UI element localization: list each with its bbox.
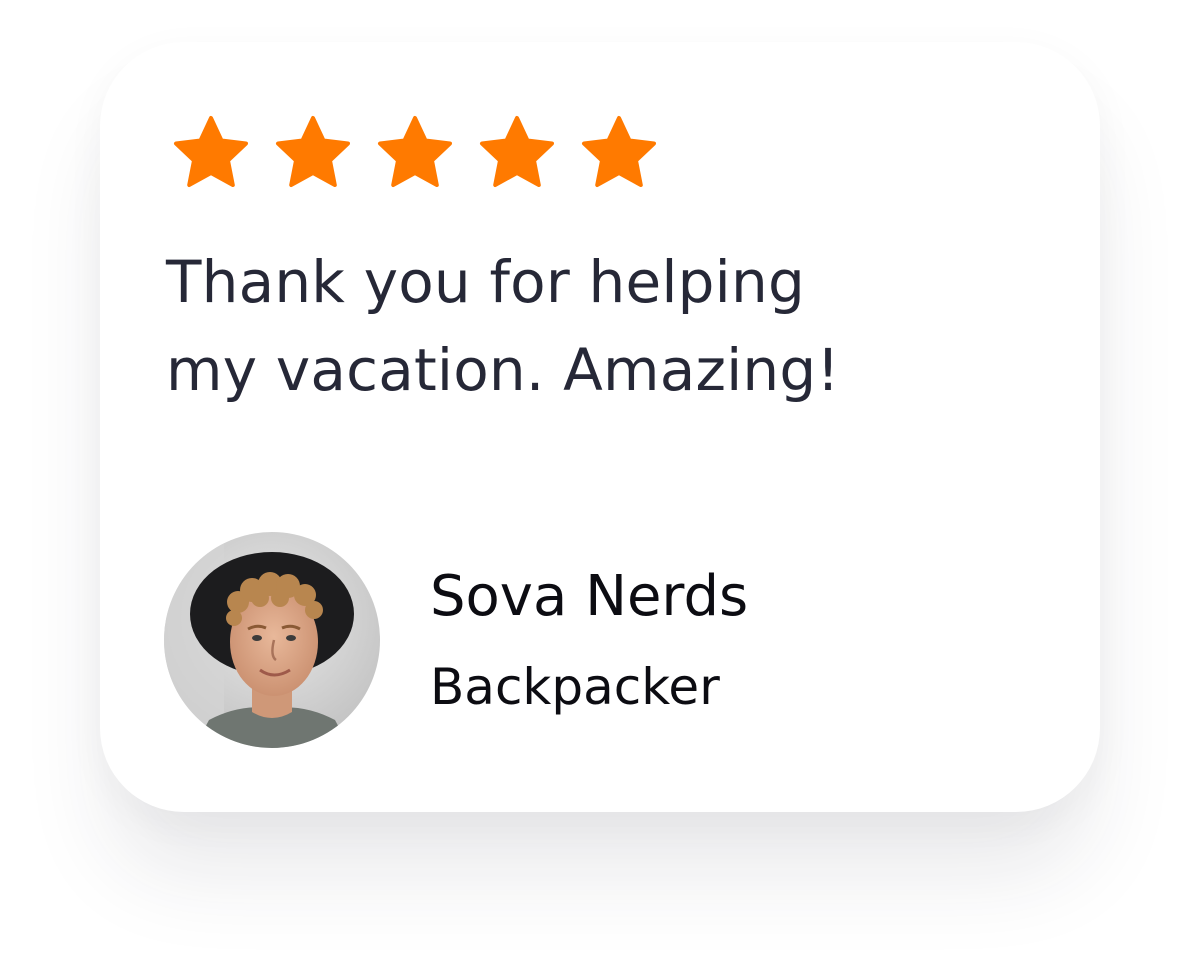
star-icon [172,114,250,192]
testimonial-card: Thank you for helping my vacation. Amazin… [100,42,1100,812]
page: Thank you for helping my vacation. Amazin… [0,0,1200,968]
author-role: Backpacker [430,658,720,716]
author-info: Sova Nerds Backpacker [430,561,748,719]
star-icon [274,114,352,192]
author-block: Sova Nerds Backpacker [164,532,748,748]
star-icon [580,114,658,192]
author-name: Sova Nerds [430,564,749,629]
star-icon [478,114,556,192]
quote-line-2: my vacation. Amazing! [166,336,840,404]
avatar [164,532,380,748]
quote-line-1: Thank you for helping [166,248,805,316]
star-icon [376,114,454,192]
testimonial-quote: Thank you for helping my vacation. Amazin… [166,238,966,414]
rating-stars [172,114,658,192]
